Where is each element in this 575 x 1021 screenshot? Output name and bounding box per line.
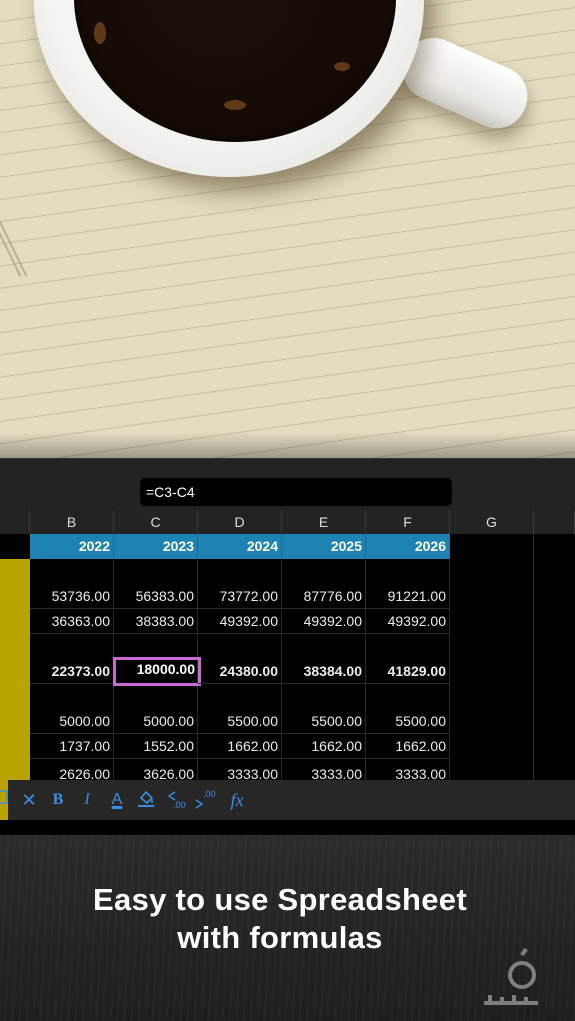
table-cell[interactable]: 3333.00 [282, 762, 366, 780]
year-cell[interactable]: 2024 [198, 534, 282, 559]
year-cell[interactable]: 2022 [30, 534, 114, 559]
table-cell[interactable]: 22373.00 [30, 659, 114, 684]
bold-button[interactable]: B [48, 788, 68, 812]
caption-area: Easy to use Spreadsheet with formulas [0, 835, 575, 1021]
crema-bubble [94, 22, 106, 44]
text-color-button[interactable]: A [106, 788, 128, 812]
copy-icon[interactable] [0, 788, 10, 812]
column-header-h[interactable] [534, 510, 575, 534]
table-cell[interactable]: 73772.00 [198, 584, 282, 609]
italic-button[interactable]: I [77, 788, 97, 812]
formula-bar: =C3-C4 [0, 458, 575, 511]
caption-line-2: with formulas [177, 920, 383, 955]
spreadsheet-app: =C3-C4 B C D E F G e gs 2022 2023 2024 2… [0, 458, 575, 835]
table-cell[interactable]: 24380.00 [198, 659, 282, 684]
year-cell[interactable]: 2025 [282, 534, 366, 559]
table-cell[interactable]: 3333.00 [198, 762, 282, 780]
format-toolbar: ✕ B I A .00 .00 fx [0, 780, 575, 820]
watermark-logo [482, 947, 542, 1013]
crema-bubble [334, 62, 350, 71]
table-cell[interactable]: 5000.00 [114, 709, 198, 734]
table-cell[interactable]: 2626.00 [30, 762, 114, 780]
table-cell[interactable]: 1552.00 [114, 734, 198, 759]
table-cell[interactable]: 1662.00 [282, 734, 366, 759]
sheet-grid: B C D E F G e gs 2022 2023 2024 2025 202… [0, 510, 575, 780]
table-cell[interactable]: 5000.00 [30, 709, 114, 734]
table-cell[interactable]: 1662.00 [366, 734, 450, 759]
table-cell[interactable]: 49392.00 [282, 609, 366, 634]
table-cell[interactable]: 5500.00 [198, 709, 282, 734]
table-cell[interactable]: 3333.00 [366, 762, 450, 780]
table-cell[interactable]: 3626.00 [114, 762, 198, 780]
device-bezel [0, 820, 575, 835]
table-cell[interactable]: 36363.00 [30, 609, 114, 634]
column-header-f[interactable]: F [366, 510, 450, 534]
cut-icon[interactable]: ✕ [18, 788, 40, 812]
selected-cell[interactable]: 18000.00 [113, 657, 201, 686]
year-cell[interactable]: 2023 [114, 534, 198, 559]
column-header-d[interactable]: D [198, 510, 282, 534]
table-cell[interactable]: 1662.00 [198, 734, 282, 759]
formula-input[interactable]: =C3-C4 [140, 478, 452, 506]
svg-text:.00: .00 [203, 789, 216, 799]
increase-decimal-icon[interactable]: .00 [193, 788, 219, 812]
caption-line-1: Easy to use Spreadsheet [93, 882, 467, 917]
table-cell[interactable]: 1737.00 [30, 734, 114, 759]
table-cell[interactable]: 5500.00 [282, 709, 366, 734]
decrease-decimal-icon[interactable]: .00 [164, 788, 190, 812]
table-cell[interactable]: 38383.00 [114, 609, 198, 634]
table-cell[interactable]: 91221.00 [366, 584, 450, 609]
column-header-c[interactable]: C [114, 510, 198, 534]
grid-line [533, 534, 534, 780]
column-header-b[interactable]: B [30, 510, 114, 534]
row-label-spacer [0, 534, 30, 559]
table-cell[interactable]: 87776.00 [282, 584, 366, 609]
function-button[interactable]: fx [224, 788, 250, 812]
table-cell[interactable]: 53736.00 [30, 584, 114, 609]
table-cell[interactable]: 49392.00 [198, 609, 282, 634]
table-cell[interactable]: 56383.00 [114, 584, 198, 609]
background-paper [0, 0, 575, 462]
column-header-g[interactable]: G [450, 510, 534, 534]
fill-color-icon[interactable] [134, 788, 158, 812]
table-cell[interactable]: 49392.00 [366, 609, 450, 634]
table-cell[interactable]: 38384.00 [282, 659, 366, 684]
row-label-column [0, 534, 30, 780]
year-cell[interactable]: 2026 [366, 534, 450, 559]
column-header-e[interactable]: E [282, 510, 366, 534]
caption: Easy to use Spreadsheet with formulas [0, 881, 560, 957]
crema-bubble [224, 100, 246, 110]
svg-text:.00: .00 [173, 800, 186, 810]
paper-margin-line [0, 150, 28, 277]
table-cell[interactable]: 41829.00 [366, 659, 450, 684]
column-header-a[interactable] [0, 510, 30, 534]
table-cell[interactable]: 5500.00 [366, 709, 450, 734]
